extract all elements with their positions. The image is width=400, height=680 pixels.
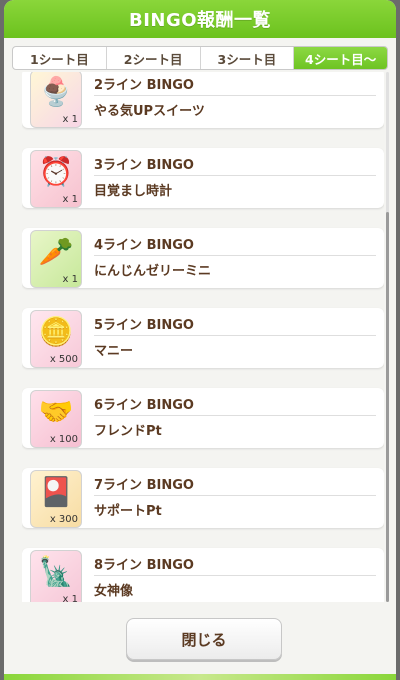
- reward-quantity: x 300: [49, 514, 78, 525]
- parfait-icon: 🍨: [38, 75, 74, 108]
- reward-row: 🗽 x 1 8ライン BINGO 女神像: [22, 548, 384, 602]
- reward-name: サポートPt: [94, 504, 162, 519]
- reward-quantity: x 100: [49, 434, 78, 445]
- money-coin-icon: 🪙: [38, 315, 74, 348]
- bingo-reward-dialog: BINGO報酬一覧 1シート目 2シート目 3シート目 4シート目〜 🍨 x 1…: [4, 0, 396, 680]
- reward-quantity: x 500: [49, 354, 78, 365]
- bingo-line-title: 7ライン BINGO: [94, 478, 194, 493]
- support-points-icon: 🎴: [38, 475, 74, 508]
- bingo-line-title: 4ライン BINGO: [94, 238, 194, 253]
- row-divider: [94, 415, 376, 416]
- tab-sheet-2[interactable]: 2シート目: [107, 47, 201, 69]
- close-button[interactable]: 閉じる: [126, 618, 282, 660]
- row-divider: [94, 255, 376, 256]
- tab-sheet-4-plus[interactable]: 4シート目〜: [294, 47, 387, 69]
- reward-icon-frame: 🎴 x 300: [30, 470, 82, 528]
- reward-icon-frame: 🗽 x 1: [30, 550, 82, 602]
- row-divider: [94, 95, 376, 96]
- reward-name: マニー: [94, 344, 134, 359]
- alarm-clock-icon: ⏰: [38, 155, 74, 188]
- list-scrollbar[interactable]: [386, 72, 389, 602]
- reward-icon-frame: ⏰ x 1: [30, 150, 82, 208]
- reward-quantity: x 1: [62, 194, 78, 205]
- bingo-line-title: 2ライン BINGO: [94, 78, 194, 93]
- goddess-statue-icon: 🗽: [38, 555, 74, 588]
- tab-sheet-1[interactable]: 1シート目: [13, 47, 107, 69]
- reward-name: 女神像: [94, 584, 134, 599]
- reward-name: フレンドPt: [94, 424, 162, 439]
- reward-row: 🪙 x 500 5ライン BINGO マニー: [22, 308, 384, 368]
- reward-row: ⏰ x 1 3ライン BINGO 目覚まし時計: [22, 148, 384, 208]
- reward-icon-frame: 🪙 x 500: [30, 310, 82, 368]
- row-divider: [94, 175, 376, 176]
- row-divider: [94, 575, 376, 576]
- reward-icon-frame: 🍨 x 1: [30, 72, 82, 128]
- reward-list[interactable]: 🍨 x 1 2ライン BINGO やる気UPスイーツ ⏰ x 1 3ライン BI…: [22, 72, 384, 602]
- dialog-title: BINGO報酬一覧: [4, 0, 396, 38]
- row-divider: [94, 335, 376, 336]
- reward-name: やる気UPスイーツ: [94, 104, 205, 119]
- bingo-line-title: 3ライン BINGO: [94, 158, 194, 173]
- reward-quantity: x 1: [62, 594, 78, 602]
- reward-name: 目覚まし時計: [94, 184, 173, 199]
- dialog-footer: 閉じる: [4, 604, 396, 680]
- sheet-tabs: 1シート目 2シート目 3シート目 4シート目〜: [12, 46, 388, 70]
- bingo-line-title: 8ライン BINGO: [94, 558, 194, 573]
- footer-accent-bar: [4, 674, 396, 680]
- bingo-line-title: 6ライン BINGO: [94, 398, 194, 413]
- reward-row: 🥕 x 1 4ライン BINGO にんじんゼリーミニ: [22, 228, 384, 288]
- reward-row: 🤝 x 100 6ライン BINGO フレンドPt: [22, 388, 384, 448]
- reward-quantity: x 1: [62, 274, 78, 285]
- reward-quantity: x 1: [62, 114, 78, 125]
- friend-points-icon: 🤝: [38, 395, 74, 428]
- tab-sheet-3[interactable]: 3シート目: [201, 47, 295, 69]
- reward-icon-frame: 🤝 x 100: [30, 390, 82, 448]
- reward-row: 🍨 x 1 2ライン BINGO やる気UPスイーツ: [22, 72, 384, 128]
- bingo-line-title: 5ライン BINGO: [94, 318, 194, 333]
- reward-name: にんじんゼリーミニ: [94, 264, 212, 279]
- carrot-jelly-icon: 🥕: [38, 235, 74, 268]
- row-divider: [94, 495, 376, 496]
- scrollbar-thumb[interactable]: [386, 212, 389, 602]
- reward-icon-frame: 🥕 x 1: [30, 230, 82, 288]
- reward-row: 🎴 x 300 7ライン BINGO サポートPt: [22, 468, 384, 528]
